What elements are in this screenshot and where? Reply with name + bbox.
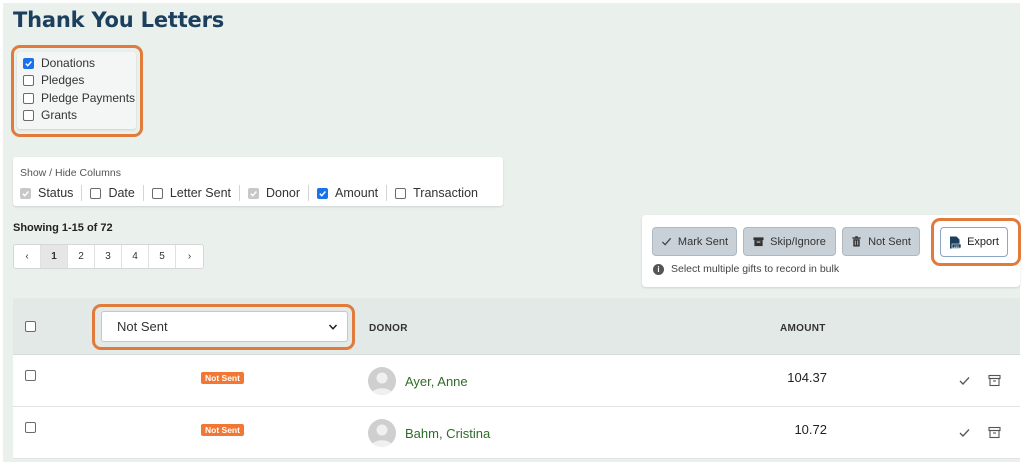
donor-link[interactable]: Ayer, Anne: [405, 374, 468, 389]
column-toggle-amount[interactable]: Amount: [317, 186, 378, 200]
table-header: Not Sent DONOR AMOUNT: [13, 298, 1020, 355]
divider: [142, 185, 144, 201]
bulk-actions-panel: Mark Sent Skip/Ignore Not Sent csv Expor…: [642, 215, 1020, 287]
pagination-page-2[interactable]: 2: [68, 245, 95, 268]
not-sent-label: Not Sent: [868, 235, 911, 248]
checkbox-status: [20, 187, 31, 199]
checkbox-transaction[interactable]: [395, 187, 407, 199]
user-avatar-icon: [371, 424, 393, 447]
svg-text:csv: csv: [954, 244, 959, 248]
status-badge: Not Sent: [201, 424, 244, 436]
checkbox-pledge-payments[interactable]: [23, 92, 34, 104]
table-row: Not Sent Ayer, Anne 104.37: [13, 355, 1020, 407]
column-toggle-label: Amount: [335, 186, 379, 200]
column-toggle-label: Date: [108, 186, 135, 200]
trash-icon: [852, 236, 861, 247]
status-badge: Not Sent: [201, 372, 244, 384]
checkbox-date[interactable]: [90, 187, 102, 199]
pagination-prev[interactable]: ‹: [14, 245, 41, 268]
user-avatar-icon: [371, 372, 393, 395]
skip-ignore-button[interactable]: Skip/Ignore: [743, 227, 836, 256]
chevron-down-icon: [328, 324, 338, 330]
checkbox-donor: [248, 187, 259, 199]
gift-type-label: Pledge Payments: [41, 91, 136, 105]
column-toggle-label: Donor: [266, 186, 301, 200]
column-header-donor[interactable]: DONOR: [369, 323, 408, 334]
gifts-table: Not Sent DONOR AMOUNT Not Sent Ayer, Ann…: [13, 298, 1020, 462]
csv-file-icon: csv: [950, 236, 962, 248]
amount-value: 10.72: [794, 422, 827, 437]
column-toggle-donor: Donor: [248, 186, 300, 200]
bulk-hint: i Select multiple gifts to record in bul…: [653, 263, 839, 275]
columns-toggle-row: Status Date Letter Sent Donor Amount Tra…: [20, 185, 478, 201]
divider: [81, 185, 83, 201]
divider: [386, 185, 388, 201]
check-icon[interactable]: [958, 374, 971, 387]
pagination: ‹ 1 2 3 4 5 ›: [13, 244, 204, 269]
donor-link[interactable]: Bahm, Cristina: [405, 426, 490, 441]
checkbox-pledges[interactable]: [23, 74, 34, 86]
row-checkbox[interactable]: [25, 370, 36, 381]
mark-sent-button[interactable]: Mark Sent: [652, 227, 737, 256]
gift-type-label: Donations: [41, 56, 96, 70]
page-title: Thank You Letters: [13, 8, 225, 32]
gift-type-pledge-payments[interactable]: Pledge Payments: [23, 90, 135, 106]
pagination-page-4[interactable]: 4: [122, 245, 149, 268]
select-all-checkbox[interactable]: [25, 321, 36, 332]
mark-sent-label: Mark Sent: [677, 235, 729, 248]
pagination-page-3[interactable]: 3: [95, 245, 122, 268]
checkbox-letter-sent[interactable]: [151, 187, 163, 199]
gift-type-grants[interactable]: Grants: [23, 107, 77, 123]
column-toggle-label: Transaction: [413, 186, 478, 200]
archive-icon[interactable]: [988, 374, 1001, 387]
export-label: Export: [967, 236, 999, 248]
checkbox-donations[interactable]: [23, 57, 34, 69]
column-toggle-date[interactable]: Date: [90, 186, 135, 200]
checkbox-grants[interactable]: [23, 109, 34, 121]
pagination-next[interactable]: ›: [176, 245, 203, 268]
gift-type-label: Pledges: [41, 73, 85, 87]
info-icon: i: [653, 263, 664, 275]
columns-panel-label: Show / Hide Columns: [20, 167, 121, 179]
not-sent-button[interactable]: Not Sent: [842, 227, 920, 256]
divider: [308, 185, 310, 201]
check-icon[interactable]: [958, 426, 971, 439]
checkbox-amount[interactable]: [317, 187, 329, 199]
pagination-page-5[interactable]: 5: [149, 245, 176, 268]
archive-icon: [753, 237, 764, 247]
gift-type-filter: Donations Pledges Pledge Payments Grants: [17, 52, 136, 129]
export-button[interactable]: csv Export: [940, 227, 1008, 257]
showing-count: Showing 1-15 of 72: [13, 222, 113, 234]
column-toggle-label: Status: [38, 186, 74, 200]
avatar: [368, 419, 396, 447]
check-icon: [661, 237, 672, 246]
column-toggle-status: Status: [20, 186, 73, 200]
column-header-amount[interactable]: AMOUNT: [780, 323, 826, 334]
skip-ignore-label: Skip/Ignore: [770, 235, 826, 248]
amount-value: 104.37: [787, 370, 827, 385]
column-toggle-label: Letter Sent: [169, 186, 231, 200]
avatar: [368, 367, 396, 395]
status-filter-select[interactable]: Not Sent: [101, 311, 348, 342]
show-hide-columns-panel: Show / Hide Columns Status Date Letter S…: [13, 157, 503, 206]
pagination-page-1[interactable]: 1: [41, 245, 68, 268]
gift-type-donations[interactable]: Donations: [23, 55, 95, 71]
divider: [239, 185, 240, 201]
column-toggle-letter-sent[interactable]: Letter Sent: [151, 186, 231, 200]
table-row: Not Sent Bahm, Cristina 10.72: [13, 407, 1020, 459]
gift-type-pledges[interactable]: Pledges: [23, 72, 84, 88]
column-toggle-transaction[interactable]: Transaction: [395, 186, 478, 200]
status-filter-value: Not Sent: [117, 319, 168, 334]
gift-type-label: Grants: [41, 108, 78, 122]
row-checkbox[interactable]: [25, 422, 36, 433]
archive-icon[interactable]: [988, 426, 1001, 439]
bulk-hint-text: Select multiple gifts to record in bulk: [671, 263, 840, 275]
